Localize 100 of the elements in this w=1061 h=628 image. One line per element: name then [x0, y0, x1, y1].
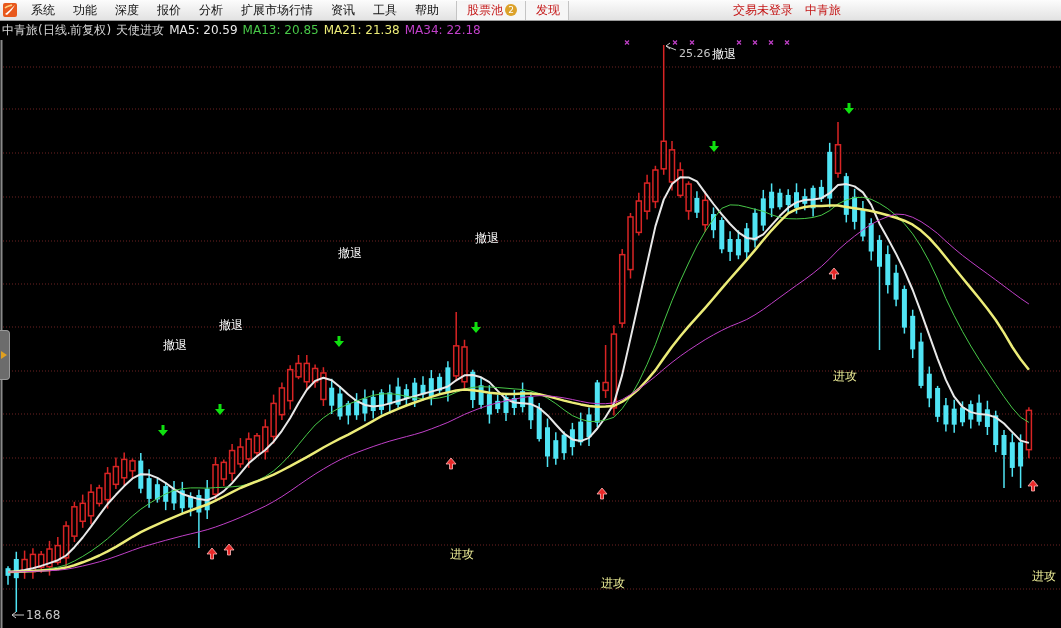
falling-candlestick — [354, 392, 360, 421]
falling-candlestick — [428, 369, 434, 407]
down-arrow-icon — [215, 404, 225, 415]
falling-candlestick — [379, 388, 384, 416]
menu-item[interactable]: 深度 — [107, 0, 147, 20]
falling-candlestick — [785, 188, 791, 215]
cross-marker-icon — [736, 40, 742, 46]
toolbar-tab[interactable]: 发现 — [526, 0, 569, 20]
falling-candlestick — [744, 222, 750, 261]
leader-arrow-icon — [11, 611, 25, 619]
falling-candlestick — [760, 189, 766, 232]
falling-candlestick — [852, 188, 858, 231]
falling-candlestick — [412, 377, 418, 408]
falling-candlestick — [578, 411, 584, 447]
falling-candlestick — [918, 331, 924, 390]
falling-candlestick — [735, 229, 741, 260]
falling-candlestick — [495, 394, 501, 414]
rising-candlestick — [701, 190, 709, 233]
falling-candlestick — [910, 308, 916, 359]
down-arrow-icon — [844, 103, 854, 114]
falling-candlestick — [520, 381, 526, 414]
low-price-label: 18.68 — [26, 608, 61, 622]
falling-candlestick — [752, 207, 758, 249]
falling-candlestick — [810, 184, 816, 218]
current-stock-link[interactable]: 中青旅 — [799, 0, 847, 20]
falling-candlestick — [769, 182, 775, 218]
falling-candlestick — [960, 400, 965, 427]
trade-login-link[interactable]: 交易未登录 — [727, 0, 799, 20]
falling-candlestick — [403, 383, 409, 407]
falling-candlestick — [503, 392, 509, 422]
falling-candlestick — [843, 172, 849, 224]
falling-candlestick — [868, 217, 874, 262]
falling-candlestick — [993, 409, 999, 453]
falling-candlestick — [511, 389, 517, 416]
side-panel-toggle[interactable] — [0, 330, 10, 380]
retreat-signal-label: 撤退 — [475, 231, 499, 245]
menu-item[interactable]: 功能 — [65, 0, 105, 20]
rising-candlestick — [1025, 406, 1033, 460]
menu-item[interactable]: 工具 — [365, 0, 405, 20]
falling-candlestick — [337, 385, 343, 421]
falling-candlestick — [794, 182, 799, 215]
falling-candlestick — [1018, 433, 1024, 489]
falling-candlestick — [362, 388, 368, 422]
down-arrow-icon — [471, 322, 481, 333]
falling-candlestick — [188, 491, 194, 518]
moving-average-value: MA5: 20.59 — [169, 22, 238, 39]
rising-candlestick — [834, 121, 842, 179]
retreat-signal-label: 撤退 — [338, 246, 362, 260]
menu-item[interactable]: 帮助 — [407, 0, 447, 20]
menu-item[interactable]: 分析 — [191, 0, 231, 20]
falling-candlestick — [968, 399, 974, 430]
falling-candlestick — [586, 406, 592, 447]
menu-item[interactable]: 资讯 — [323, 0, 363, 20]
falling-candlestick — [943, 397, 949, 433]
count-badge: 2 — [505, 3, 517, 16]
menu-item[interactable]: 系统 — [23, 0, 63, 20]
up-arrow-icon — [1027, 479, 1039, 492]
retreat-signal-label: 撤退 — [712, 47, 736, 61]
falling-candlestick — [594, 379, 600, 428]
retreat-signal-label: 撤退 — [163, 338, 187, 352]
app-logo-icon[interactable] — [3, 3, 17, 17]
falling-candlestick — [984, 400, 990, 436]
falling-candlestick — [478, 377, 484, 410]
falling-candlestick — [329, 378, 335, 415]
falling-candlestick — [171, 480, 177, 511]
high-price-label: 25.26 — [679, 47, 711, 60]
falling-candlestick — [345, 400, 351, 426]
attack-signal-label: 进攻 — [450, 547, 474, 561]
falling-candlestick — [901, 284, 907, 335]
falling-candlestick — [818, 179, 824, 203]
down-arrow-icon — [709, 141, 719, 152]
falling-candlestick — [5, 565, 11, 586]
attack-signal-label: 进攻 — [1032, 569, 1056, 583]
cross-marker-icon — [784, 40, 790, 46]
menu-item[interactable]: 报价 — [149, 0, 189, 20]
down-arrow-icon — [334, 336, 344, 347]
falling-candlestick — [935, 385, 941, 423]
falling-candlestick — [860, 200, 866, 242]
falling-candlestick — [694, 190, 700, 219]
falling-candlestick — [163, 481, 169, 511]
falling-candlestick — [885, 244, 891, 295]
falling-candlestick — [719, 216, 725, 254]
up-arrow-icon — [828, 267, 840, 280]
falling-candlestick — [711, 206, 716, 239]
cross-marker-icon — [689, 40, 695, 46]
menu-item[interactable]: 扩展市场行情 — [233, 0, 321, 20]
falling-candlestick — [179, 481, 185, 515]
up-arrow-icon — [223, 543, 235, 556]
triangle-icon — [1, 351, 7, 359]
falling-candlestick — [553, 431, 559, 466]
falling-candlestick — [1009, 432, 1015, 478]
falling-candlestick — [196, 488, 202, 549]
falling-candlestick — [370, 389, 376, 420]
toolbar-tab[interactable]: 股票池 2 — [457, 0, 526, 20]
down-arrow-icon — [158, 425, 168, 436]
falling-candlestick — [893, 263, 899, 307]
falling-candlestick — [154, 477, 160, 504]
falling-candlestick — [536, 402, 542, 443]
cross-marker-icon — [624, 40, 630, 46]
moving-average-value: MA13: 20.85 — [242, 22, 319, 39]
